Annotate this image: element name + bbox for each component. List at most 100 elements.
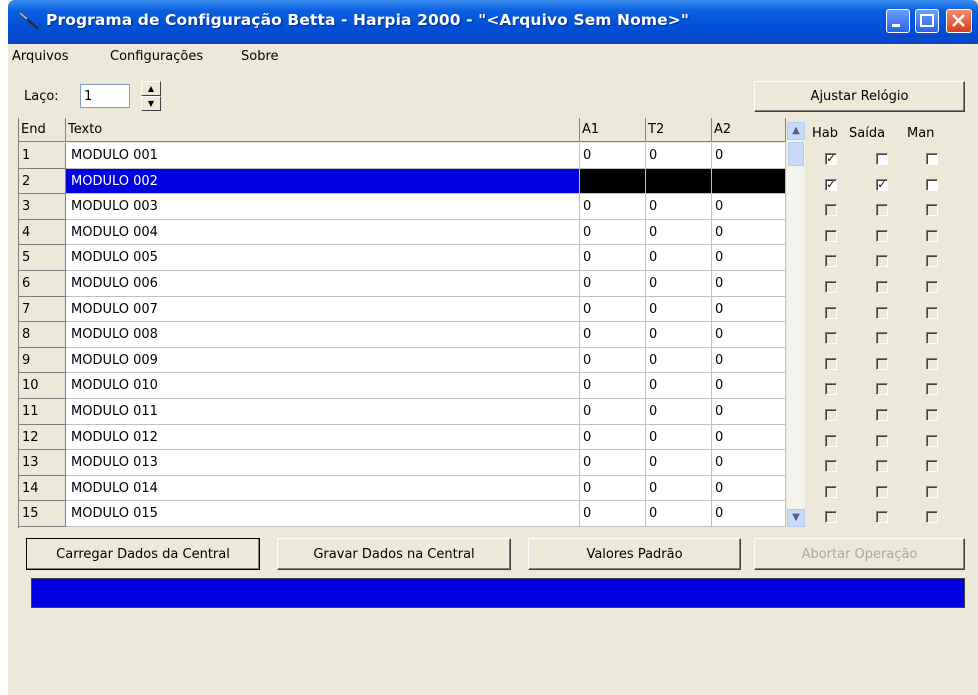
- table-row[interactable]: 13 MODULO 013 0 0 0: [19, 450, 786, 476]
- row-t2-cell[interactable]: 0: [646, 501, 712, 527]
- checkbox-saida[interactable]: [876, 281, 888, 293]
- row-end-cell[interactable]: 7: [19, 296, 66, 323]
- grid-scrollbar[interactable]: ▲ ▼: [787, 122, 805, 527]
- row-texto-cell[interactable]: MODULO 004: [66, 219, 580, 246]
- row-end-cell[interactable]: 6: [19, 271, 66, 297]
- row-a2-cell[interactable]: 0: [712, 373, 786, 399]
- row-a1-cell[interactable]: 0: [580, 424, 646, 451]
- maximize-button[interactable]: [915, 9, 939, 33]
- ajustar-relogio-button[interactable]: Ajustar Relógio: [754, 81, 965, 112]
- row-a2-cell[interactable]: 0: [712, 450, 786, 476]
- checkbox-saida[interactable]: [876, 229, 888, 242]
- row-a1-cell[interactable]: [580, 168, 646, 195]
- row-a2-cell[interactable]: 0: [712, 245, 786, 271]
- carregar-dados-button[interactable]: Carregar Dados da Central: [26, 538, 260, 570]
- checkbox-man[interactable]: [926, 383, 938, 396]
- checkbox-man[interactable]: [926, 281, 938, 293]
- table-row[interactable]: 4 MODULO 004 0 0 0: [19, 219, 786, 246]
- table-row[interactable]: 14 MODULO 014 0 0 0: [19, 475, 786, 502]
- table-row[interactable]: 12 MODULO 012 0 0 0: [19, 424, 786, 451]
- row-texto-cell[interactable]: MODULO 006: [66, 271, 580, 297]
- close-button[interactable]: [946, 9, 972, 33]
- row-texto-cell[interactable]: MODULO 012: [66, 424, 580, 451]
- row-end-cell[interactable]: 2: [19, 168, 66, 195]
- checkbox-hab[interactable]: [825, 357, 837, 370]
- scroll-down-icon[interactable]: ▼: [787, 509, 805, 527]
- checkbox-man[interactable]: [926, 357, 938, 370]
- row-end-cell[interactable]: 14: [19, 475, 66, 502]
- checkbox-saida[interactable]: [876, 511, 888, 524]
- row-end-cell[interactable]: 8: [19, 322, 66, 348]
- row-a1-cell[interactable]: 0: [580, 219, 646, 246]
- spin-down-icon[interactable]: ▼: [141, 96, 161, 111]
- checkbox-hab[interactable]: [825, 460, 837, 473]
- header-a2[interactable]: A2: [712, 118, 786, 142]
- row-a2-cell[interactable]: 0: [712, 424, 786, 451]
- row-end-cell[interactable]: 9: [19, 347, 66, 374]
- row-a1-cell[interactable]: 0: [580, 322, 646, 348]
- menu-arquivos[interactable]: Arquivos: [12, 49, 69, 64]
- row-t2-cell[interactable]: 0: [646, 322, 712, 348]
- table-row[interactable]: 6 MODULO 006 0 0 0: [19, 271, 786, 297]
- table-row[interactable]: 9 MODULO 009 0 0 0: [19, 347, 786, 374]
- abortar-operacao-button[interactable]: Abortar Operação: [754, 538, 965, 570]
- row-t2-cell[interactable]: 0: [646, 219, 712, 246]
- checkbox-saida[interactable]: [876, 306, 888, 319]
- checkbox-hab[interactable]: [825, 434, 837, 447]
- laco-input[interactable]: [80, 84, 130, 108]
- header-a1[interactable]: A1: [580, 118, 646, 142]
- row-end-cell[interactable]: 5: [19, 245, 66, 271]
- checkbox-saida[interactable]: [876, 357, 888, 370]
- checkbox-hab[interactable]: [825, 229, 837, 242]
- checkbox-saida[interactable]: [876, 460, 888, 473]
- checkbox-hab[interactable]: [825, 409, 837, 421]
- table-row[interactable]: 10 MODULO 010 0 0 0: [19, 373, 786, 399]
- row-texto-cell[interactable]: MODULO 011: [66, 399, 580, 425]
- row-t2-cell[interactable]: 0: [646, 450, 712, 476]
- checkbox-man[interactable]: [926, 229, 938, 242]
- row-a2-cell[interactable]: 0: [712, 399, 786, 425]
- scroll-up-icon[interactable]: ▲: [787, 122, 805, 140]
- row-t2-cell[interactable]: 0: [646, 194, 712, 220]
- row-end-cell[interactable]: 1: [19, 143, 66, 169]
- row-a2-cell[interactable]: 0: [712, 322, 786, 348]
- menu-sobre[interactable]: Sobre: [241, 49, 279, 64]
- table-row[interactable]: 15 MODULO 015 0 0 0: [19, 501, 786, 527]
- row-texto-cell[interactable]: MODULO 014: [66, 475, 580, 502]
- table-row[interactable]: 5 MODULO 005 0 0 0: [19, 245, 786, 271]
- checkbox-man[interactable]: [926, 511, 938, 524]
- row-a1-cell[interactable]: 0: [580, 373, 646, 399]
- row-end-cell[interactable]: 13: [19, 450, 66, 476]
- checkbox-man[interactable]: [926, 153, 938, 165]
- row-end-cell[interactable]: 3: [19, 194, 66, 220]
- row-a2-cell[interactable]: 0: [712, 501, 786, 527]
- checkbox-man[interactable]: [926, 434, 938, 447]
- row-a2-cell[interactable]: 0: [712, 143, 786, 169]
- row-texto-cell[interactable]: MODULO 015: [66, 501, 580, 527]
- row-texto-cell[interactable]: MODULO 003: [66, 194, 580, 220]
- checkbox-man[interactable]: [926, 306, 938, 319]
- row-a1-cell[interactable]: 0: [580, 245, 646, 271]
- row-a1-cell[interactable]: 0: [580, 194, 646, 220]
- checkbox-saida[interactable]: [876, 485, 888, 498]
- checkbox-saida[interactable]: [876, 434, 888, 447]
- row-t2-cell[interactable]: 0: [646, 245, 712, 271]
- row-texto-cell[interactable]: MODULO 001: [66, 143, 580, 169]
- checkbox-hab[interactable]: [825, 332, 837, 345]
- row-t2-cell[interactable]: [646, 168, 712, 195]
- checkbox-man[interactable]: [926, 255, 938, 268]
- row-texto-cell[interactable]: MODULO 005: [66, 245, 580, 271]
- checkbox-saida[interactable]: [876, 255, 888, 268]
- checkbox-man[interactable]: [926, 332, 938, 345]
- gravar-dados-button[interactable]: Gravar Dados na Central: [277, 538, 511, 570]
- row-texto-cell[interactable]: MODULO 013: [66, 450, 580, 476]
- row-end-cell[interactable]: 10: [19, 373, 66, 399]
- checkbox-hab[interactable]: [825, 281, 837, 293]
- checkbox-man[interactable]: [926, 409, 938, 421]
- row-a2-cell[interactable]: [712, 168, 786, 195]
- checkbox-saida[interactable]: [876, 153, 888, 165]
- checkbox-saida[interactable]: [876, 204, 888, 217]
- row-t2-cell[interactable]: 0: [646, 373, 712, 399]
- valores-padrao-button[interactable]: Valores Padrão: [528, 538, 741, 570]
- checkbox-hab[interactable]: ✓: [825, 153, 837, 165]
